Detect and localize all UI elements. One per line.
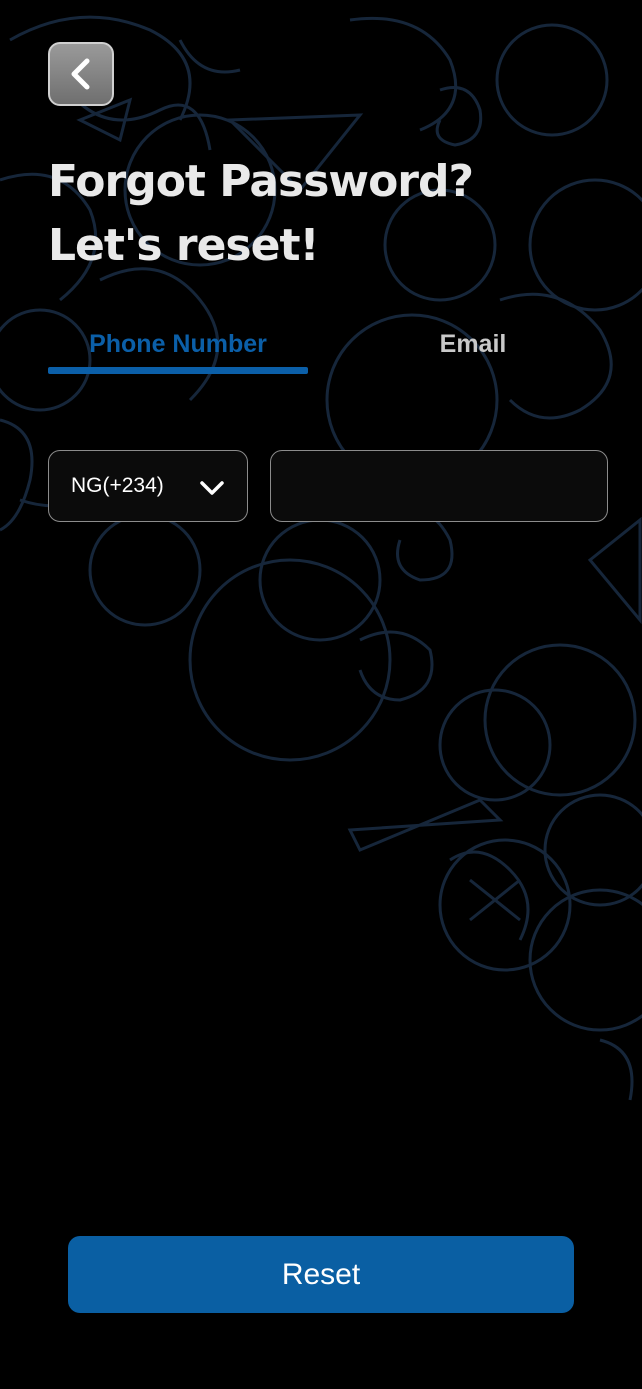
forgot-password-screen: Forgot Password? Let's reset! Phone Numb… (0, 0, 642, 1389)
page-title-line1: Forgot Password? (48, 156, 474, 207)
country-code-value: NG(+234) (71, 474, 164, 497)
back-button[interactable] (48, 42, 114, 106)
reset-button[interactable]: Reset (68, 1236, 574, 1313)
page-title: Forgot Password? Let's reset! (48, 150, 608, 278)
active-tab-indicator (48, 367, 308, 374)
page-title-line2: Let's reset! (48, 220, 320, 271)
chevron-down-icon (200, 481, 224, 495)
tab-email[interactable]: Email (348, 315, 598, 373)
country-code-select[interactable]: NG(+234) (48, 450, 248, 522)
chevron-left-icon (71, 58, 90, 90)
phone-number-input[interactable] (270, 450, 608, 522)
reset-method-tabs: Phone Number Email (48, 315, 608, 377)
tab-phone-number[interactable]: Phone Number (48, 315, 308, 373)
